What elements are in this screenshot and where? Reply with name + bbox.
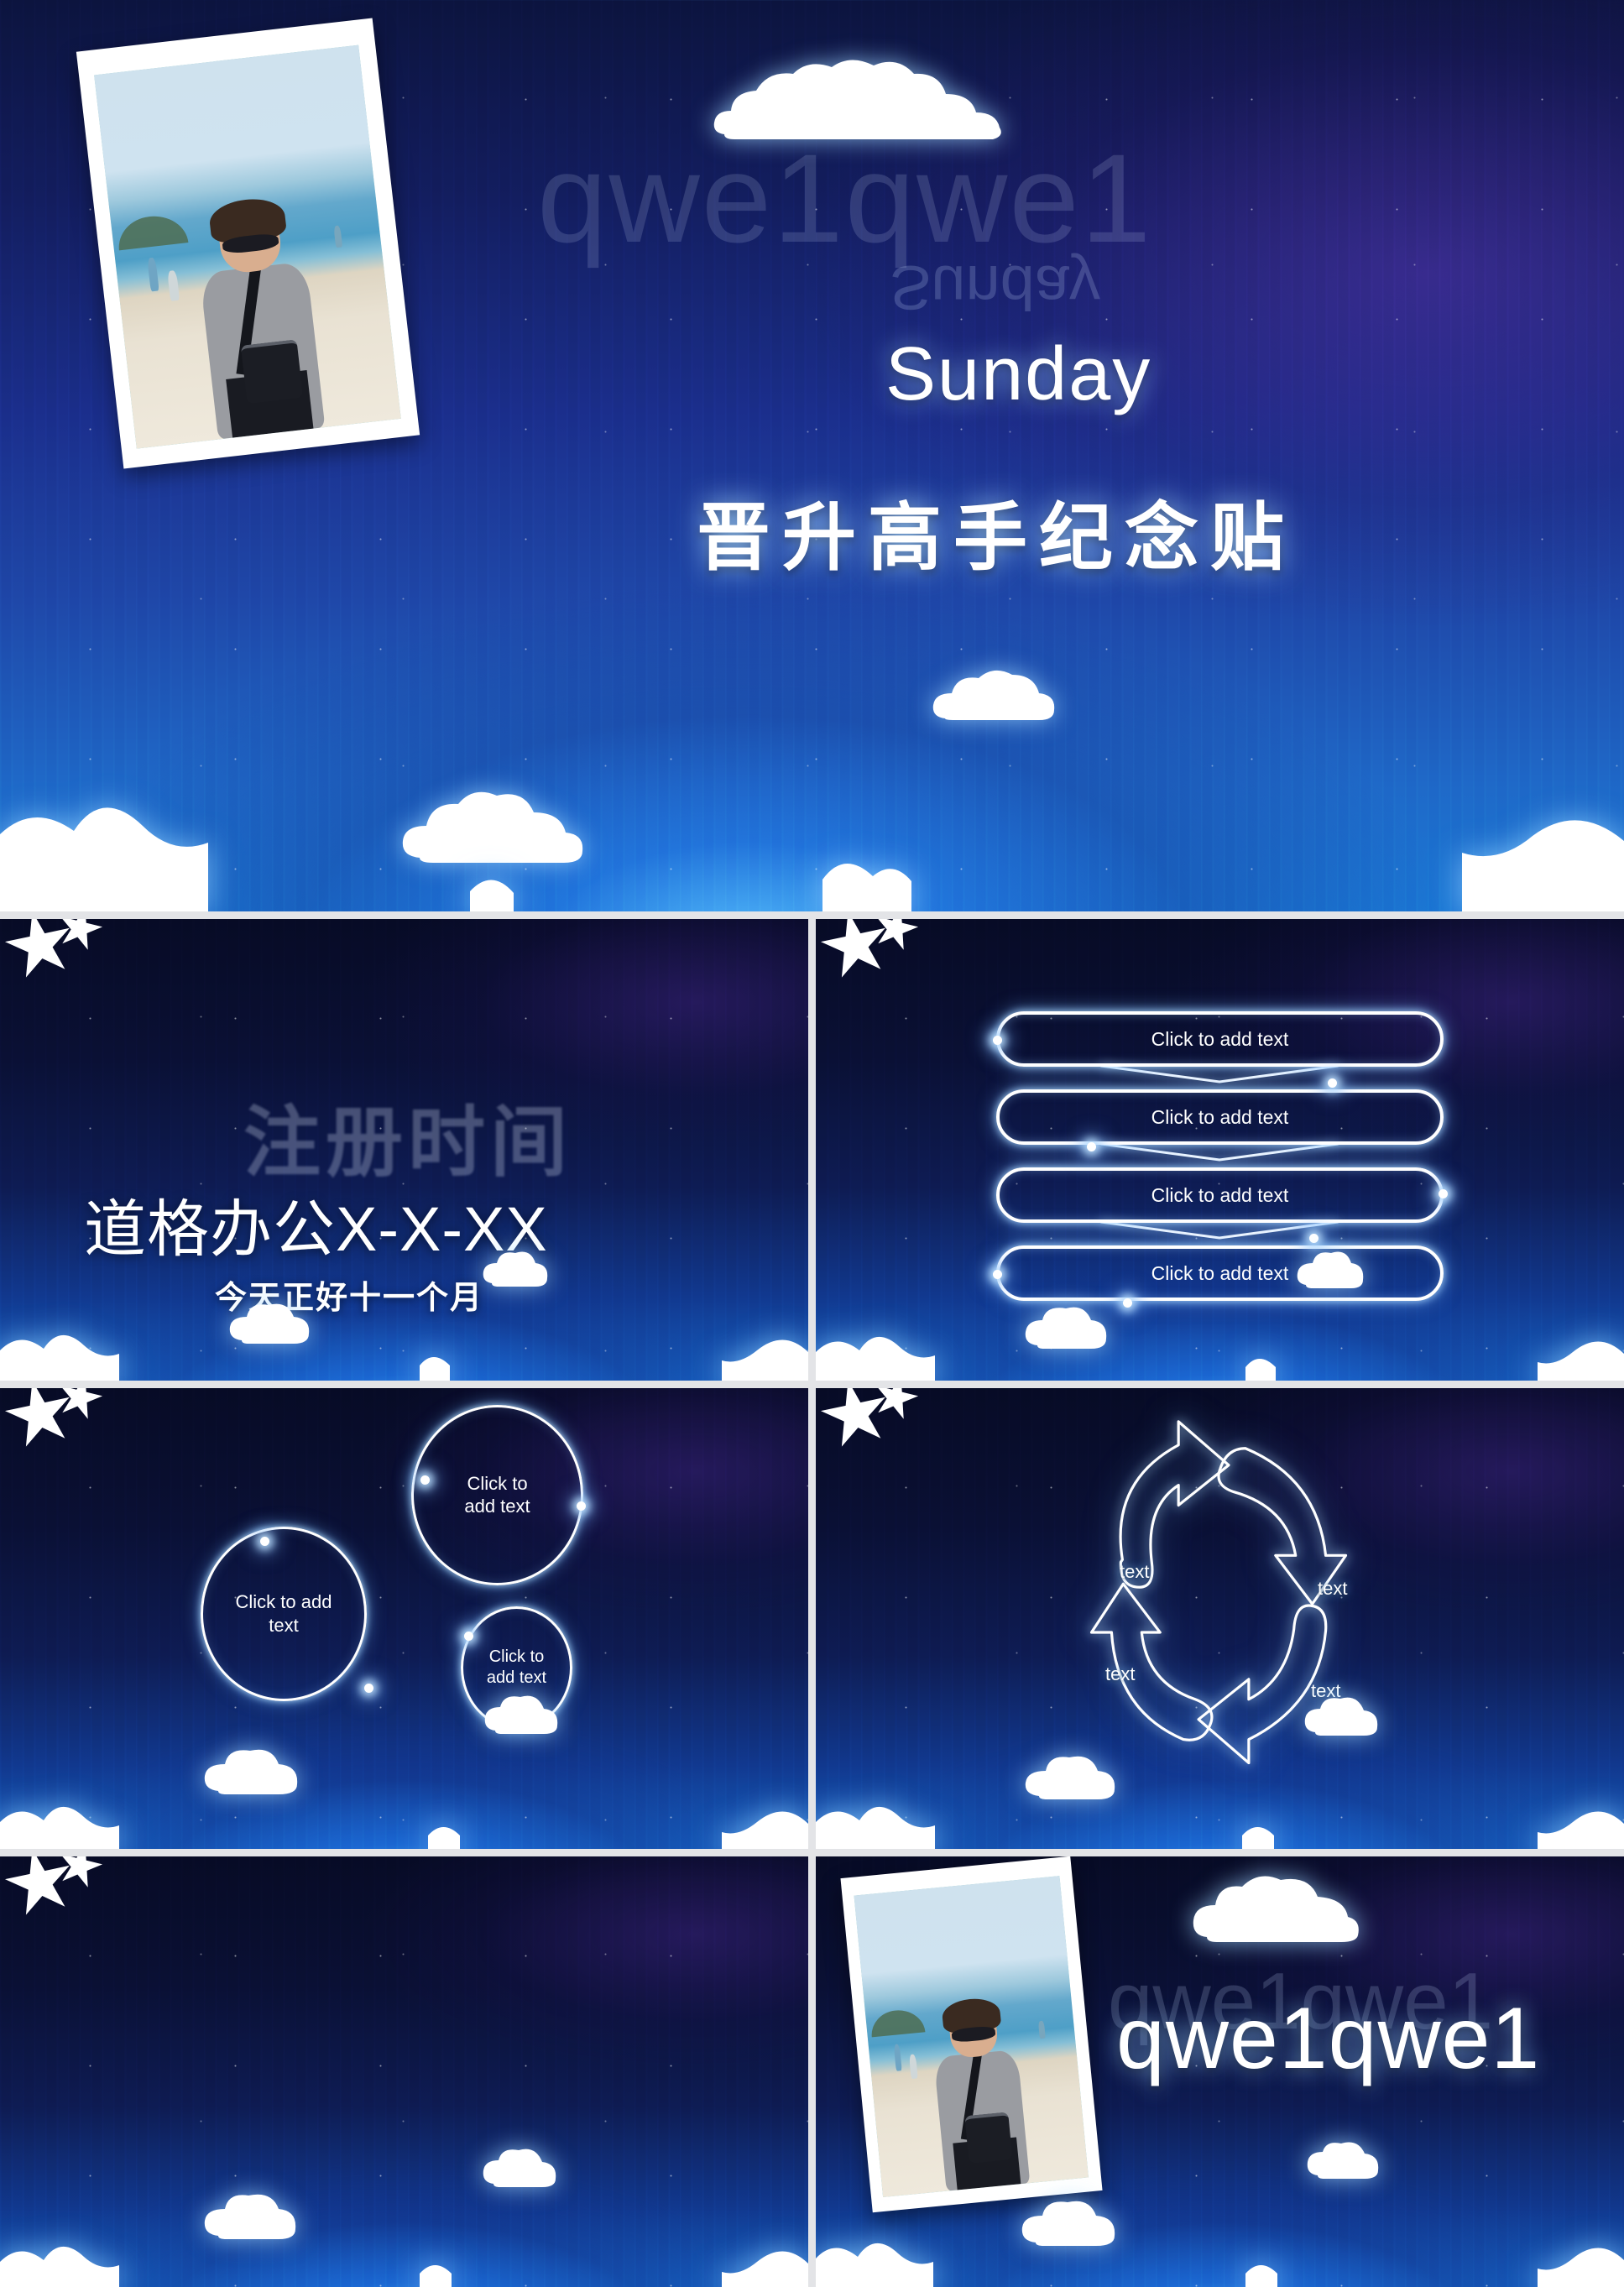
star-icon-large — [0, 1856, 81, 1924]
slide-background — [0, 1856, 808, 2287]
slide-7-closing[interactable]: qwe1qwe1 qwe1qwe1 — [816, 1856, 1624, 2287]
beach-photo-graphic — [854, 1875, 1089, 2197]
slide-title-cn: 晋升高手纪念贴 — [697, 493, 1297, 581]
cycle-label-1: text — [1120, 1560, 1150, 1582]
glow-dot — [420, 1475, 430, 1485]
glow-dot — [364, 1683, 373, 1693]
pill-label: Click to add text — [1151, 1183, 1289, 1206]
slide-1-title[interactable]: qwe1qwe1 Sunday Sunday 晋升高手纪念贴 — [0, 0, 1624, 912]
circle-label: Click to add text — [235, 1591, 332, 1636]
pill-item-1[interactable]: Click to add text — [996, 1011, 1444, 1068]
stars-decoration — [821, 921, 930, 996]
presentation-deck: qwe1qwe1 Sunday Sunday 晋升高手纪念贴 — [0, 0, 1624, 2287]
stars-decoration — [5, 921, 114, 996]
slide-background — [0, 1387, 808, 1849]
pill-item-4[interactable]: Click to add text — [996, 1245, 1444, 1302]
slide-title: 道格办公X-X-XX — [84, 1194, 548, 1265]
slide-background — [816, 919, 1624, 1381]
slide-2-registration[interactable]: 注册时间 道格办公X-X-XX 今天正好十一个月 — [0, 919, 808, 1381]
slide-6-blank[interactable] — [0, 1856, 808, 2287]
slide-4-circles[interactable]: Click to add text Click to add text Clic… — [0, 1387, 808, 1849]
circle-item-3[interactable]: Click to add text — [461, 1606, 572, 1729]
star-icon-large — [816, 919, 896, 986]
glow-dot — [577, 1501, 586, 1511]
photo-image — [94, 44, 401, 449]
pill-label: Click to add text — [1151, 1261, 1289, 1284]
closing-text: qwe1qwe1 — [1116, 1989, 1541, 2087]
cycle-label-bottom-right: text — [1311, 1679, 1341, 1701]
star-icon-large — [0, 1388, 81, 1455]
circle-item-2[interactable]: Click to add text — [411, 1404, 583, 1585]
slide-3-pill-list[interactable]: Click to add text Click to add text Clic… — [816, 919, 1624, 1381]
pill-label: Click to add text — [1151, 1027, 1289, 1050]
cycle-label-2: text — [1318, 1577, 1348, 1599]
glow-dot — [464, 1631, 473, 1641]
star-icon-large — [0, 919, 81, 986]
pill-label: Click to add text — [1151, 1105, 1289, 1128]
slide-subtitle: 今天正好十一个月 — [215, 1281, 484, 1317]
stars-decoration — [5, 1858, 114, 1934]
stars-decoration — [5, 1390, 114, 1465]
pill-item-2[interactable]: Click to add text — [996, 1089, 1444, 1146]
circle-label: Click to add text — [486, 1647, 547, 1687]
slide-background — [816, 1387, 1624, 1849]
pill-item-3[interactable]: Click to add text — [996, 1167, 1444, 1224]
stars-decoration — [821, 1390, 930, 1465]
photo-frame[interactable] — [840, 1856, 1103, 2212]
photo-frame[interactable] — [76, 18, 420, 469]
slide-5-cycle[interactable]: text text text text text text — [816, 1387, 1624, 1849]
circle-item-1[interactable]: Click to add text — [201, 1526, 367, 1701]
beach-photo-graphic — [94, 44, 401, 449]
glow-dot — [260, 1536, 269, 1546]
star-icon-large — [816, 1388, 896, 1455]
sunday-label: Sunday — [885, 332, 1152, 416]
cycle-label-bottom-left: text — [1105, 1663, 1136, 1684]
circle-label: Click to add text — [464, 1472, 530, 1517]
photo-image — [854, 1875, 1089, 2197]
